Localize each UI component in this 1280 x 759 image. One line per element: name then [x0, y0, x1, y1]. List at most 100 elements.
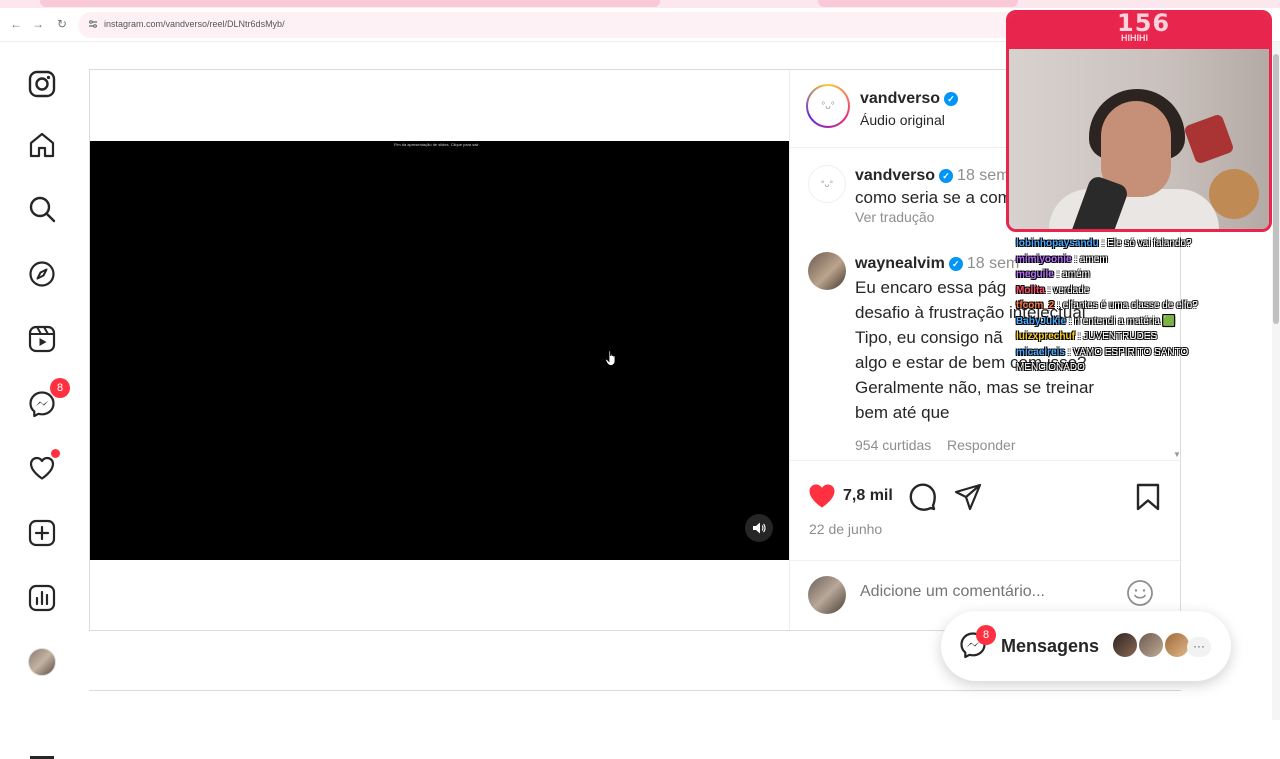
instagram-sidebar: 8 — [0, 42, 84, 759]
browser-tab[interactable] — [818, 0, 1018, 7]
avatar — [1111, 631, 1139, 659]
verified-icon: ✓ — [939, 169, 954, 183]
chat-text: : amém — [1056, 269, 1090, 280]
explore-icon[interactable] — [26, 258, 58, 290]
forward-icon[interactable]: → — [30, 17, 46, 31]
comment-username[interactable]: waynealvim ✓ 18 sem — [855, 255, 1019, 273]
author-avatar[interactable]: °ᴗ° — [806, 84, 850, 128]
instagram-logo-icon[interactable] — [26, 68, 58, 100]
comment-avatar[interactable]: °ᴗ° — [808, 165, 846, 203]
messages-button[interactable]: 8 Mensagens ··· — [941, 611, 1231, 681]
avatar-face-icon: °ᴗ° — [808, 86, 848, 126]
stream-chat-overlay: lobinhopaysandu : Ele só vai falando? mim… — [1016, 236, 1276, 376]
chat-text: : JUVENTRUDES — [1077, 331, 1158, 342]
search-icon[interactable] — [26, 193, 58, 225]
browser-tab-strip — [0, 0, 1280, 8]
viewer-label: HIHIHI — [1121, 33, 1148, 43]
see-translation-link[interactable]: Ver tradução — [855, 209, 934, 225]
more-conversations: ··· — [1187, 637, 1211, 657]
home-icon[interactable] — [26, 129, 58, 161]
messenger-icon[interactable]: 8 — [26, 378, 70, 420]
avatar — [808, 576, 846, 614]
chat-message: mimiyoonie : amem — [1016, 252, 1276, 268]
chat-username: micaelreis — [1016, 346, 1065, 358]
like-count[interactable]: 7,8 mil — [843, 487, 893, 505]
chat-message: luizxprechuf : JUVENTRUDES — [1016, 329, 1276, 345]
messages-badge: 8 — [976, 625, 996, 645]
chat-username: luizxprechuf — [1016, 331, 1075, 342]
avatar — [1137, 631, 1165, 659]
decor-figure — [1183, 113, 1235, 165]
chat-text: : elfantes é uma classe de elfo? — [1057, 300, 1198, 311]
url-text: instagram.com/vandverso/reel/DLNtr6dsMyb… — [104, 19, 285, 29]
comment-line: Geralmente não, mas se treinar — [855, 378, 1095, 397]
chat-text: : amem — [1074, 253, 1108, 265]
comment-line: bem até que — [855, 403, 950, 422]
chat-username: meguile — [1016, 269, 1054, 280]
comment-icon[interactable] — [908, 483, 936, 511]
chat-message: meguile : amém — [1016, 267, 1276, 283]
comment-username[interactable]: vandverso ✓ 18 sem — [855, 167, 1010, 185]
chat-username: Molita — [1016, 284, 1045, 296]
audio-label[interactable]: Áudio original — [860, 112, 945, 128]
cookie-plush — [1209, 169, 1259, 219]
reels-icon[interactable] — [26, 323, 58, 355]
address-bar[interactable]: instagram.com/vandverso/reel/DLNtr6dsMyb… — [78, 12, 1058, 38]
comment-input[interactable] — [860, 583, 1120, 601]
avatar — [28, 648, 56, 676]
author-username[interactable]: vandverso ✓ — [860, 90, 959, 108]
scroll-down-icon[interactable]: ▼ — [1173, 450, 1181, 459]
chat-message: micaelreis : VAMO ESPIRITO SANTO — [1016, 345, 1276, 361]
verified-icon: ✓ — [948, 257, 963, 271]
messenger-badge: 8 — [50, 378, 70, 398]
browser-tab-active[interactable] — [40, 0, 660, 7]
create-icon[interactable] — [26, 517, 58, 549]
chat-message: MENCIONADO — [1016, 360, 1276, 376]
save-bookmark-icon[interactable] — [1136, 483, 1160, 511]
chat-text: : Ele só vai falando? — [1101, 238, 1192, 249]
scrollbar-thumb[interactable] — [1273, 54, 1279, 324]
volume-button[interactable] — [745, 514, 773, 542]
page-scrollbar[interactable] — [1272, 42, 1280, 720]
chat-message: lobinhopaysandu : Ele só vai falando? — [1016, 236, 1276, 252]
volume-icon — [753, 522, 766, 534]
author-name: vandverso — [860, 90, 941, 107]
notifications-icon[interactable] — [26, 449, 60, 484]
divider — [89, 690, 1181, 691]
emoji-icon[interactable] — [1126, 579, 1154, 607]
share-icon[interactable] — [954, 483, 982, 511]
like-heart-icon[interactable] — [808, 483, 836, 509]
webcam-feed — [1009, 49, 1269, 229]
stream-webcam-overlay: 156 HIHIHI — [1006, 10, 1272, 232]
notification-dot — [51, 449, 60, 458]
insights-icon[interactable] — [26, 582, 58, 614]
reply-link[interactable]: Responder — [947, 437, 1016, 453]
verified-icon: ✓ — [944, 92, 959, 106]
reload-icon[interactable]: ↻ — [54, 17, 70, 31]
hand-cursor-icon — [605, 350, 616, 366]
chat-text: MENCIONADO — [1016, 362, 1085, 373]
comment-like-count[interactable]: 954 curtidas — [855, 437, 931, 453]
viewer-banner: 156 HIHIHI — [1009, 13, 1269, 49]
post-actions: 7,8 mil 22 de junho — [790, 460, 1182, 560]
comment-avatar[interactable] — [808, 252, 846, 290]
comment-user-text: waynealvim — [855, 255, 945, 272]
chat-username: BabyJukie — [1016, 315, 1067, 327]
chat-message: tfcom_2 : elfantes é uma classe de elfo? — [1016, 298, 1276, 314]
post-date[interactable]: 22 de junho — [809, 521, 882, 537]
back-icon[interactable]: ← — [8, 17, 24, 31]
chat-username: mimiyoonie — [1016, 253, 1072, 265]
chat-username: lobinhopaysandu — [1016, 238, 1099, 249]
messages-label: Mensagens — [1001, 636, 1100, 656]
chat-message: Molita : verdade — [1016, 283, 1276, 299]
site-info-icon[interactable] — [88, 19, 98, 29]
comment-time: 18 sem — [957, 167, 1010, 184]
comment-user-text: vandverso — [855, 167, 936, 184]
comment-text: como seria se a comi — [855, 188, 1016, 207]
video-end-message: Fim da apresentação de slides. Clique pa… — [394, 142, 480, 147]
chat-message: BabyJukie : n entendi a matéria 🟩 — [1016, 314, 1276, 330]
reel-video[interactable]: Fim da apresentação de slides. Clique pa… — [90, 141, 789, 560]
chat-username: tfcom_2 — [1016, 300, 1055, 311]
profile-avatar[interactable] — [26, 646, 58, 678]
chat-text: : n entendi a matéria 🟩 — [1068, 315, 1176, 327]
